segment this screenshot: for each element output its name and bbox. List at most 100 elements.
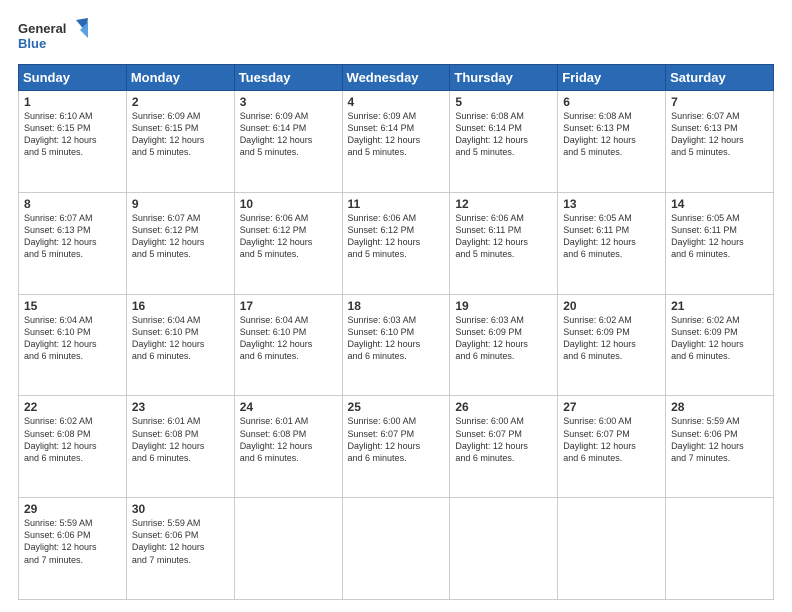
day-info: Sunrise: 6:01 AM Sunset: 6:08 PM Dayligh… xyxy=(240,415,337,464)
calendar-day-header: Saturday xyxy=(666,65,774,91)
calendar-cell: 8Sunrise: 6:07 AM Sunset: 6:13 PM Daylig… xyxy=(19,192,127,294)
calendar-day-header: Thursday xyxy=(450,65,558,91)
calendar-cell xyxy=(450,498,558,600)
day-number: 3 xyxy=(240,95,337,109)
day-number: 14 xyxy=(671,197,768,211)
day-number: 30 xyxy=(132,502,229,516)
day-info: Sunrise: 6:07 AM Sunset: 6:12 PM Dayligh… xyxy=(132,212,229,261)
calendar-cell: 21Sunrise: 6:02 AM Sunset: 6:09 PM Dayli… xyxy=(666,294,774,396)
day-number: 8 xyxy=(24,197,121,211)
day-number: 1 xyxy=(24,95,121,109)
calendar-cell: 28Sunrise: 5:59 AM Sunset: 6:06 PM Dayli… xyxy=(666,396,774,498)
day-number: 7 xyxy=(671,95,768,109)
day-info: Sunrise: 6:00 AM Sunset: 6:07 PM Dayligh… xyxy=(455,415,552,464)
calendar-cell xyxy=(234,498,342,600)
calendar-cell xyxy=(666,498,774,600)
calendar-cell: 2Sunrise: 6:09 AM Sunset: 6:15 PM Daylig… xyxy=(126,91,234,193)
calendar-table: SundayMondayTuesdayWednesdayThursdayFrid… xyxy=(18,64,774,600)
calendar-week-row: 15Sunrise: 6:04 AM Sunset: 6:10 PM Dayli… xyxy=(19,294,774,396)
svg-text:Blue: Blue xyxy=(18,36,46,51)
day-info: Sunrise: 6:02 AM Sunset: 6:09 PM Dayligh… xyxy=(671,314,768,363)
calendar-cell xyxy=(558,498,666,600)
logo: General Blue xyxy=(18,18,88,54)
calendar-cell: 10Sunrise: 6:06 AM Sunset: 6:12 PM Dayli… xyxy=(234,192,342,294)
calendar-cell: 14Sunrise: 6:05 AM Sunset: 6:11 PM Dayli… xyxy=(666,192,774,294)
calendar-cell: 25Sunrise: 6:00 AM Sunset: 6:07 PM Dayli… xyxy=(342,396,450,498)
day-info: Sunrise: 6:05 AM Sunset: 6:11 PM Dayligh… xyxy=(671,212,768,261)
calendar-day-header: Wednesday xyxy=(342,65,450,91)
calendar-cell: 1Sunrise: 6:10 AM Sunset: 6:15 PM Daylig… xyxy=(19,91,127,193)
page: General Blue SundayMondayTuesdayWednesda… xyxy=(0,0,792,612)
calendar-day-header: Monday xyxy=(126,65,234,91)
day-number: 9 xyxy=(132,197,229,211)
day-number: 6 xyxy=(563,95,660,109)
day-info: Sunrise: 5:59 AM Sunset: 6:06 PM Dayligh… xyxy=(24,517,121,566)
day-info: Sunrise: 6:10 AM Sunset: 6:15 PM Dayligh… xyxy=(24,110,121,159)
day-number: 2 xyxy=(132,95,229,109)
calendar-cell: 7Sunrise: 6:07 AM Sunset: 6:13 PM Daylig… xyxy=(666,91,774,193)
calendar-cell: 18Sunrise: 6:03 AM Sunset: 6:10 PM Dayli… xyxy=(342,294,450,396)
day-info: Sunrise: 6:00 AM Sunset: 6:07 PM Dayligh… xyxy=(348,415,445,464)
day-info: Sunrise: 6:04 AM Sunset: 6:10 PM Dayligh… xyxy=(24,314,121,363)
calendar-header-row: SundayMondayTuesdayWednesdayThursdayFrid… xyxy=(19,65,774,91)
calendar-week-row: 22Sunrise: 6:02 AM Sunset: 6:08 PM Dayli… xyxy=(19,396,774,498)
day-info: Sunrise: 6:08 AM Sunset: 6:13 PM Dayligh… xyxy=(563,110,660,159)
calendar-cell: 27Sunrise: 6:00 AM Sunset: 6:07 PM Dayli… xyxy=(558,396,666,498)
day-info: Sunrise: 6:06 AM Sunset: 6:12 PM Dayligh… xyxy=(240,212,337,261)
day-info: Sunrise: 6:04 AM Sunset: 6:10 PM Dayligh… xyxy=(132,314,229,363)
calendar-cell: 13Sunrise: 6:05 AM Sunset: 6:11 PM Dayli… xyxy=(558,192,666,294)
calendar-week-row: 8Sunrise: 6:07 AM Sunset: 6:13 PM Daylig… xyxy=(19,192,774,294)
calendar-cell: 17Sunrise: 6:04 AM Sunset: 6:10 PM Dayli… xyxy=(234,294,342,396)
day-info: Sunrise: 6:07 AM Sunset: 6:13 PM Dayligh… xyxy=(671,110,768,159)
calendar-cell: 20Sunrise: 6:02 AM Sunset: 6:09 PM Dayli… xyxy=(558,294,666,396)
calendar-cell: 30Sunrise: 5:59 AM Sunset: 6:06 PM Dayli… xyxy=(126,498,234,600)
calendar-day-header: Tuesday xyxy=(234,65,342,91)
day-number: 20 xyxy=(563,299,660,313)
day-number: 22 xyxy=(24,400,121,414)
calendar-cell: 12Sunrise: 6:06 AM Sunset: 6:11 PM Dayli… xyxy=(450,192,558,294)
day-number: 23 xyxy=(132,400,229,414)
day-info: Sunrise: 6:05 AM Sunset: 6:11 PM Dayligh… xyxy=(563,212,660,261)
day-number: 29 xyxy=(24,502,121,516)
day-number: 17 xyxy=(240,299,337,313)
calendar-cell: 15Sunrise: 6:04 AM Sunset: 6:10 PM Dayli… xyxy=(19,294,127,396)
day-info: Sunrise: 6:02 AM Sunset: 6:09 PM Dayligh… xyxy=(563,314,660,363)
day-number: 5 xyxy=(455,95,552,109)
day-number: 16 xyxy=(132,299,229,313)
day-number: 21 xyxy=(671,299,768,313)
day-number: 24 xyxy=(240,400,337,414)
day-number: 11 xyxy=(348,197,445,211)
calendar-cell: 4Sunrise: 6:09 AM Sunset: 6:14 PM Daylig… xyxy=(342,91,450,193)
calendar-cell: 3Sunrise: 6:09 AM Sunset: 6:14 PM Daylig… xyxy=(234,91,342,193)
day-info: Sunrise: 5:59 AM Sunset: 6:06 PM Dayligh… xyxy=(132,517,229,566)
calendar-day-header: Friday xyxy=(558,65,666,91)
calendar-cell: 24Sunrise: 6:01 AM Sunset: 6:08 PM Dayli… xyxy=(234,396,342,498)
general-blue-logo-icon: General Blue xyxy=(18,18,88,54)
day-info: Sunrise: 6:00 AM Sunset: 6:07 PM Dayligh… xyxy=(563,415,660,464)
calendar-day-header: Sunday xyxy=(19,65,127,91)
calendar-cell: 5Sunrise: 6:08 AM Sunset: 6:14 PM Daylig… xyxy=(450,91,558,193)
calendar-cell: 19Sunrise: 6:03 AM Sunset: 6:09 PM Dayli… xyxy=(450,294,558,396)
day-number: 10 xyxy=(240,197,337,211)
day-info: Sunrise: 6:09 AM Sunset: 6:15 PM Dayligh… xyxy=(132,110,229,159)
day-number: 25 xyxy=(348,400,445,414)
svg-text:General: General xyxy=(18,21,66,36)
calendar-cell xyxy=(342,498,450,600)
day-number: 26 xyxy=(455,400,552,414)
day-info: Sunrise: 6:02 AM Sunset: 6:08 PM Dayligh… xyxy=(24,415,121,464)
calendar-cell: 26Sunrise: 6:00 AM Sunset: 6:07 PM Dayli… xyxy=(450,396,558,498)
calendar-cell: 11Sunrise: 6:06 AM Sunset: 6:12 PM Dayli… xyxy=(342,192,450,294)
day-info: Sunrise: 6:01 AM Sunset: 6:08 PM Dayligh… xyxy=(132,415,229,464)
day-info: Sunrise: 5:59 AM Sunset: 6:06 PM Dayligh… xyxy=(671,415,768,464)
calendar-cell: 6Sunrise: 6:08 AM Sunset: 6:13 PM Daylig… xyxy=(558,91,666,193)
calendar-cell: 9Sunrise: 6:07 AM Sunset: 6:12 PM Daylig… xyxy=(126,192,234,294)
day-number: 15 xyxy=(24,299,121,313)
day-info: Sunrise: 6:03 AM Sunset: 6:10 PM Dayligh… xyxy=(348,314,445,363)
day-info: Sunrise: 6:03 AM Sunset: 6:09 PM Dayligh… xyxy=(455,314,552,363)
calendar-cell: 29Sunrise: 5:59 AM Sunset: 6:06 PM Dayli… xyxy=(19,498,127,600)
header: General Blue xyxy=(18,18,774,54)
day-number: 12 xyxy=(455,197,552,211)
calendar-cell: 16Sunrise: 6:04 AM Sunset: 6:10 PM Dayli… xyxy=(126,294,234,396)
day-number: 28 xyxy=(671,400,768,414)
calendar-cell: 22Sunrise: 6:02 AM Sunset: 6:08 PM Dayli… xyxy=(19,396,127,498)
